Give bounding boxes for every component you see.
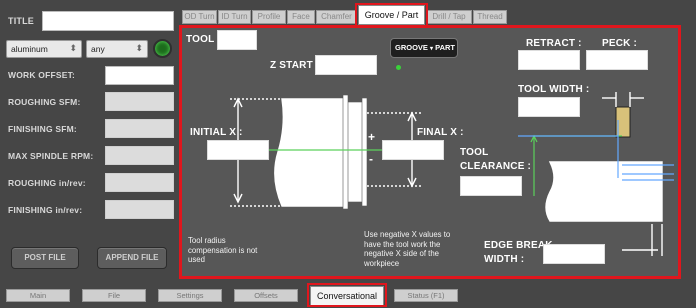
tab-main[interactable]: Main (6, 289, 70, 302)
finishing-sfm-input[interactable] (105, 119, 174, 138)
finishing-in-rev-input[interactable] (105, 200, 174, 219)
work-offset-input[interactable] (105, 66, 174, 85)
work-offset-label: WORK OFFSET: (8, 70, 76, 80)
tab-od-turn[interactable]: OD Turn (182, 10, 217, 24)
roughing-sfm-input[interactable] (105, 92, 174, 111)
active-tab-highlight (355, 3, 428, 27)
app-window: TITLE aluminum ⬍ any ⬍ WORK OFFSET: ROUG… (0, 0, 696, 308)
active-bottom-tab-highlight (307, 283, 387, 307)
max-spindle-input[interactable] (105, 146, 174, 165)
finishing-sfm-label: FINISHING SFM: (8, 124, 77, 134)
chevron-updown-icon: ⬍ (69, 43, 77, 53)
chevron-updown-icon: ⬍ (135, 43, 143, 53)
title-label: TITLE (8, 16, 34, 26)
unit-select[interactable]: any ⬍ (86, 40, 148, 58)
post-file-button[interactable]: POST FILE (11, 247, 79, 269)
title-input[interactable] (42, 11, 174, 31)
max-spindle-label: MAX SPINDLE RPM: (8, 151, 94, 161)
panel-highlight (179, 25, 681, 279)
unit-value: any (91, 44, 105, 54)
roughing-in-rev-label: ROUGHING in/rev: (8, 178, 86, 188)
tab-offsets[interactable]: Offsets (234, 289, 298, 302)
append-file-button[interactable]: APPEND FILE (97, 247, 167, 269)
tab-drill-tap[interactable]: Drill / Tap (426, 10, 472, 24)
tab-chamfer[interactable]: Chamfer (316, 10, 357, 24)
roughing-in-rev-input[interactable] (105, 173, 174, 192)
tab-status[interactable]: Status (F1) (394, 289, 458, 302)
tab-profile[interactable]: Profile (252, 10, 286, 24)
material-value: aluminum (11, 44, 48, 54)
tab-id-turn[interactable]: ID Turn (218, 10, 251, 24)
tab-file[interactable]: File (82, 289, 146, 302)
roughing-sfm-label: ROUGHING SFM: (8, 97, 81, 107)
finishing-in-rev-label: FINISHING in/rev: (8, 205, 83, 215)
material-select[interactable]: aluminum ⬍ (6, 40, 82, 58)
tab-face[interactable]: Face (287, 10, 315, 24)
status-led-icon (153, 39, 172, 58)
tab-settings[interactable]: Settings (158, 289, 222, 302)
tab-thread[interactable]: Thread (473, 10, 507, 24)
